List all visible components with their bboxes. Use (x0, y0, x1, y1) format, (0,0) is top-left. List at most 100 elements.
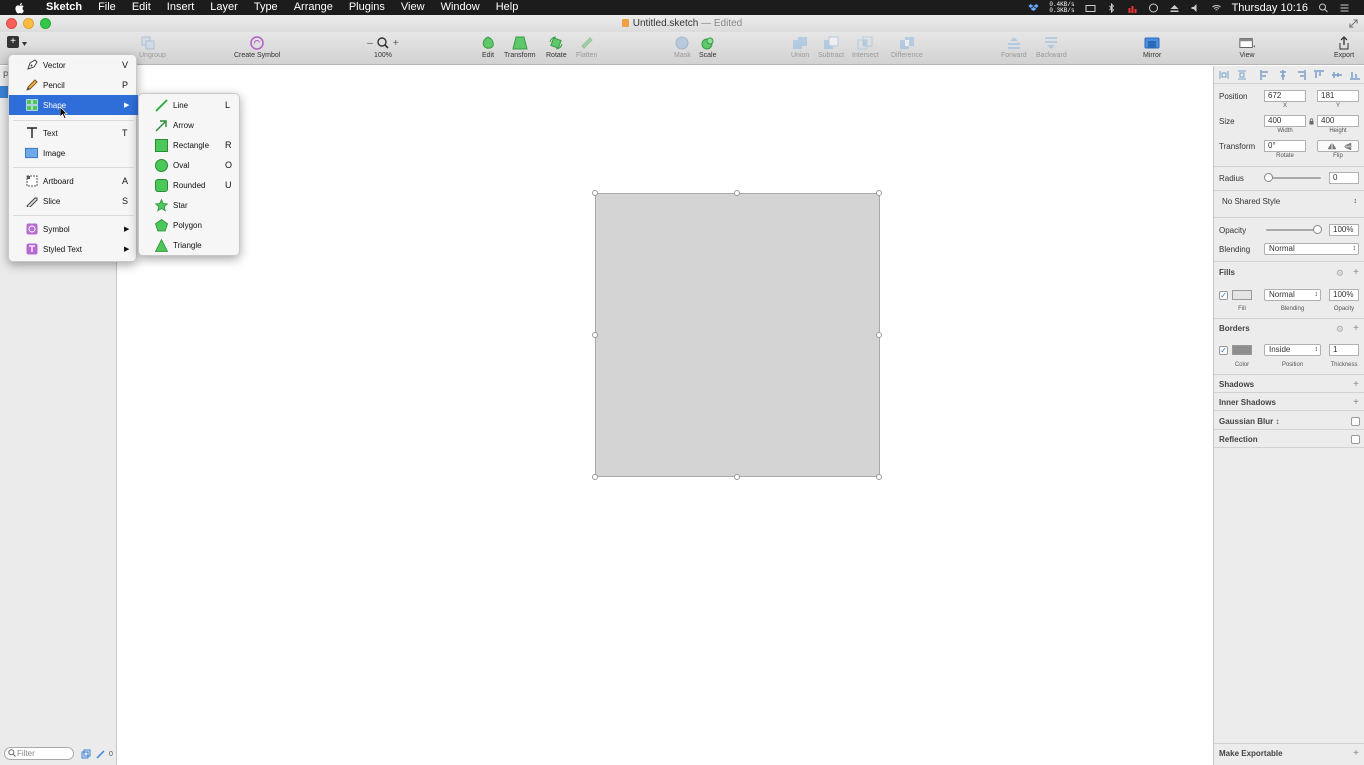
gaussian-blur-checkbox[interactable] (1351, 417, 1360, 426)
blending-select[interactable]: Normal (1264, 243, 1359, 255)
radius-slider-knob[interactable] (1264, 173, 1273, 182)
resize-handle-right[interactable] (876, 332, 882, 338)
menu-view[interactable]: View (393, 0, 433, 15)
zoom-in-button[interactable]: + (393, 38, 399, 49)
menu-app[interactable]: Sketch (38, 0, 90, 15)
align-right-icon[interactable] (1296, 70, 1306, 80)
add-shadow-button[interactable]: + (1353, 380, 1359, 390)
lock-proportions-icon[interactable] (1309, 118, 1314, 125)
insert-chevron-down-icon[interactable] (22, 42, 27, 46)
time-machine-icon[interactable] (1148, 3, 1159, 13)
transform-button[interactable]: Transform (504, 35, 536, 59)
add-fill-button[interactable]: + (1353, 268, 1359, 278)
shape-item-line[interactable]: Line L (139, 95, 241, 115)
difference-button[interactable]: Difference (891, 35, 923, 59)
distribute-vertical-icon[interactable] (1237, 70, 1247, 80)
cpu-meter-icon[interactable] (1127, 3, 1138, 13)
wifi-icon[interactable] (1211, 3, 1222, 13)
reflection-checkbox[interactable] (1351, 435, 1360, 444)
shape-item-oval[interactable]: Oval O (139, 155, 241, 175)
slice-filter-icon[interactable] (96, 749, 106, 759)
backward-button[interactable]: Backward (1036, 35, 1067, 59)
gaussian-blur-title[interactable]: Gaussian Blur ↕ (1219, 417, 1279, 426)
resize-handle-bottom-right[interactable] (876, 474, 882, 480)
create-symbol-button[interactable]: Create Symbol (234, 35, 280, 59)
menu-item-slice[interactable]: Slice S (9, 191, 138, 211)
subtract-button[interactable]: Subtract (818, 35, 844, 59)
resize-handle-left[interactable] (592, 332, 598, 338)
fill-enabled-checkbox[interactable]: ✓ (1219, 291, 1228, 300)
mask-button[interactable]: Mask (674, 35, 691, 59)
shape-item-polygon[interactable]: Polygon (139, 215, 241, 235)
border-color-swatch[interactable] (1232, 345, 1252, 355)
fill-color-swatch[interactable] (1232, 290, 1252, 300)
align-center-icon[interactable] (1278, 70, 1288, 80)
resize-handle-bottom-left[interactable] (592, 474, 598, 480)
insert-button[interactable]: + (7, 36, 19, 48)
union-button[interactable]: Union (791, 35, 809, 59)
fullscreen-icon[interactable] (1349, 19, 1358, 28)
rotate-button[interactable]: Rotate (546, 35, 567, 59)
menu-insert[interactable]: Insert (159, 0, 203, 15)
resize-handle-top[interactable] (734, 190, 740, 196)
borders-gear-icon[interactable]: ⚙ (1336, 324, 1344, 334)
menu-arrange[interactable]: Arrange (286, 0, 341, 15)
canvas[interactable] (118, 66, 1213, 765)
menu-item-pencil[interactable]: Pencil P (9, 75, 138, 95)
align-top-icon[interactable] (1314, 70, 1324, 80)
zoom-out-button[interactable]: – (367, 38, 373, 49)
fill-blending-select[interactable]: Normal (1264, 289, 1321, 301)
menu-item-symbol[interactable]: Symbol ▶ (9, 219, 138, 239)
artboard-filter-icon[interactable] (81, 749, 91, 759)
menu-layer[interactable]: Layer (202, 0, 246, 15)
border-enabled-checkbox[interactable]: ✓ (1219, 346, 1228, 355)
menu-type[interactable]: Type (246, 0, 286, 15)
align-bottom-icon[interactable] (1350, 70, 1360, 80)
menubar-clock[interactable]: Thursday 10:16 (1232, 2, 1308, 14)
opacity-slider-knob[interactable] (1313, 225, 1322, 234)
menu-edit[interactable]: Edit (124, 0, 159, 15)
close-window-button[interactable] (6, 18, 17, 29)
view-button[interactable]: View (1239, 35, 1255, 59)
border-thickness-field[interactable]: 1 (1329, 344, 1359, 356)
shape-item-rectangle[interactable]: Rectangle R (139, 135, 241, 155)
intersect-button[interactable]: Intersect (852, 35, 879, 59)
layer-filter-input[interactable]: Filter (4, 747, 74, 760)
height-field[interactable]: 400 (1317, 115, 1359, 127)
flip-vertical-icon[interactable] (1344, 143, 1352, 150)
zoom-window-button[interactable] (40, 18, 51, 29)
distribute-horizontal-icon[interactable] (1219, 70, 1229, 80)
forward-button[interactable]: Forward (1001, 35, 1027, 59)
flip-horizontal-icon[interactable] (1328, 143, 1336, 150)
notification-center-icon[interactable] (1339, 3, 1350, 13)
shape-item-rounded[interactable]: Rounded U (139, 175, 241, 195)
shape-item-arrow[interactable]: Arrow (139, 115, 241, 135)
resize-handle-top-right[interactable] (876, 190, 882, 196)
position-y-field[interactable]: 181 (1317, 90, 1359, 102)
radius-field[interactable]: 0 (1329, 172, 1359, 184)
spotlight-search-icon[interactable] (1318, 3, 1329, 13)
zoom-control[interactable]: – + 100% (362, 35, 404, 59)
eject-icon[interactable] (1169, 3, 1180, 13)
add-export-button[interactable]: + (1353, 749, 1359, 759)
position-x-field[interactable]: 672 (1264, 90, 1306, 102)
camera-icon[interactable] (1085, 3, 1096, 13)
bluetooth-icon[interactable] (1106, 2, 1117, 13)
menu-file[interactable]: File (90, 0, 124, 15)
scale-button[interactable]: Scale (699, 35, 717, 59)
add-inner-shadow-button[interactable]: + (1353, 398, 1359, 408)
volume-icon[interactable] (1190, 3, 1201, 13)
menu-item-styled-text[interactable]: Styled Text ▶ (9, 239, 138, 259)
align-left-icon[interactable] (1260, 70, 1270, 80)
ungroup-button[interactable]: Ungroup (135, 35, 166, 59)
make-exportable-button[interactable]: Make Exportable (1219, 749, 1283, 758)
flatten-button[interactable]: Flatten (576, 35, 597, 59)
fill-opacity-field[interactable]: 100% (1329, 289, 1359, 301)
apple-icon[interactable] (13, 2, 27, 14)
selected-page-row[interactable] (0, 86, 8, 98)
edit-button[interactable]: Edit (480, 35, 496, 59)
resize-handle-top-left[interactable] (592, 190, 598, 196)
menu-item-text[interactable]: Text T (9, 123, 138, 143)
minimize-window-button[interactable] (23, 18, 34, 29)
menu-plugins[interactable]: Plugins (341, 0, 393, 15)
